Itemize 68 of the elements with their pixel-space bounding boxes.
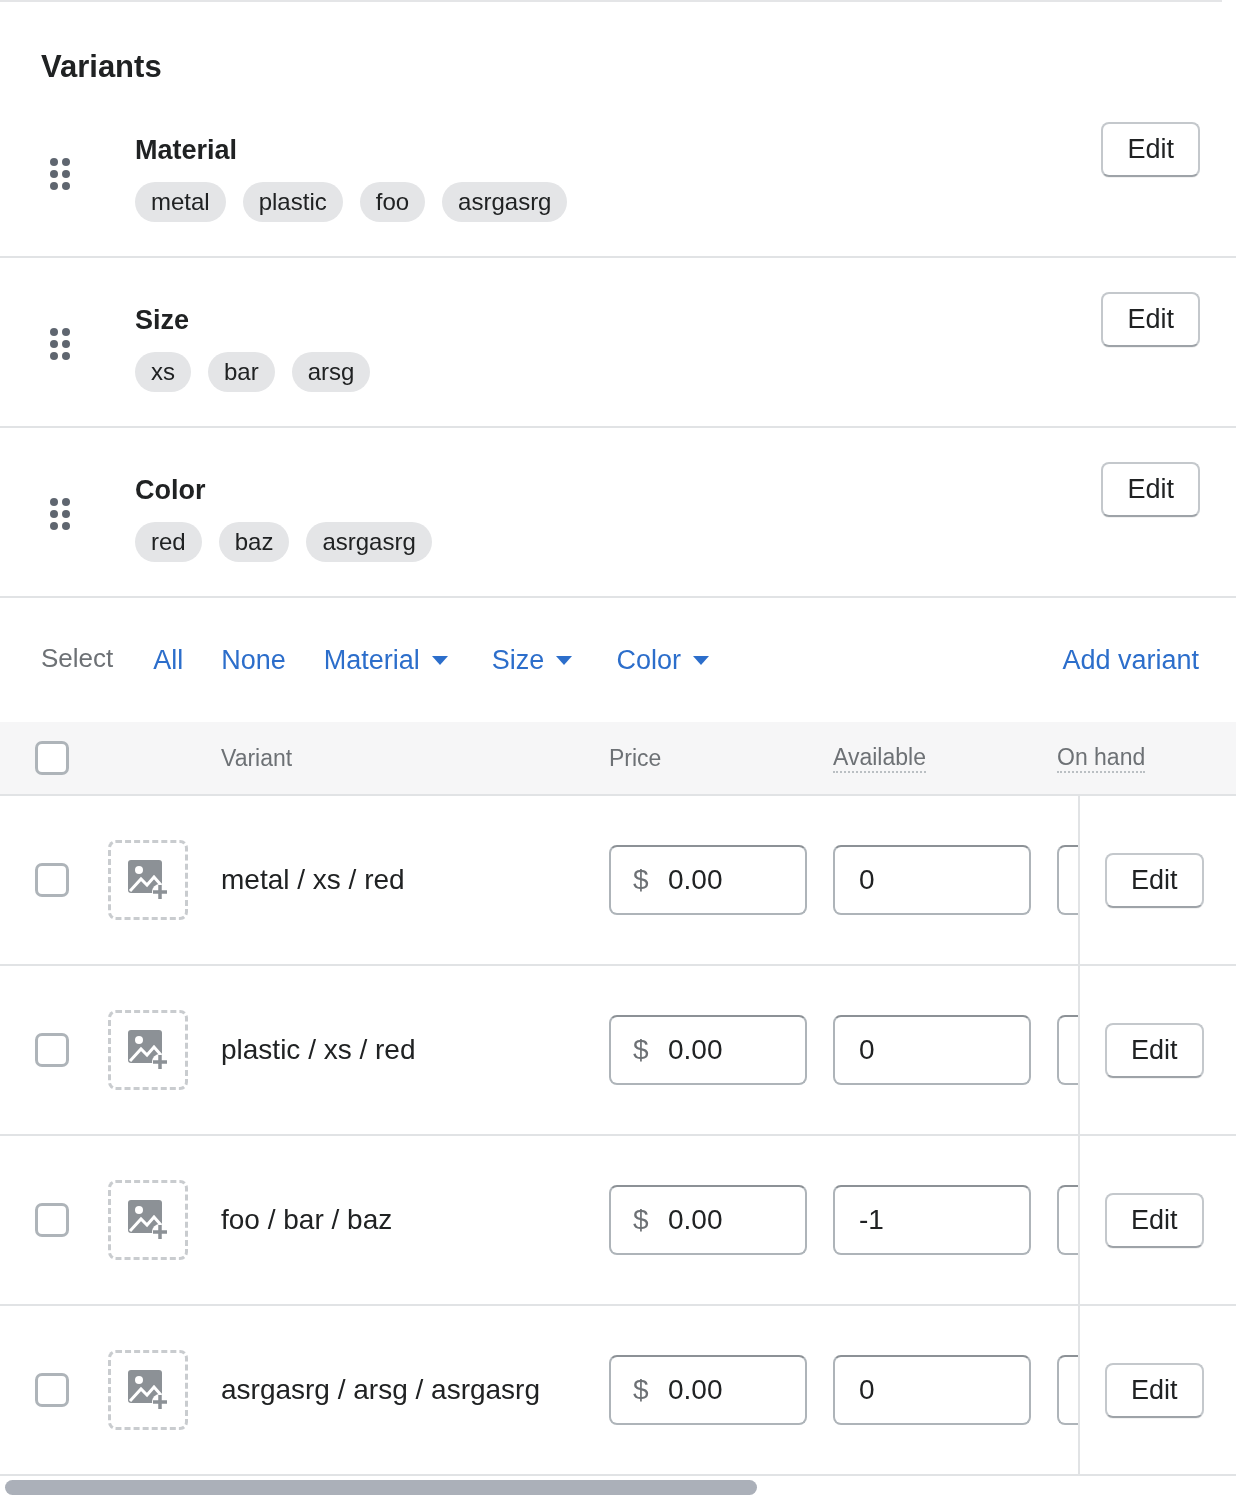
edit-button[interactable]: Edit — [1105, 1192, 1204, 1248]
caret-down-icon — [556, 655, 573, 665]
option-value-tag: arsg — [291, 352, 371, 392]
option-value-tag: plastic — [242, 182, 343, 222]
select-label: Select — [41, 642, 114, 674]
on-hand-field[interactable] — [1057, 1185, 1078, 1255]
select-dropdown[interactable]: Color — [616, 643, 709, 677]
add-image-button[interactable] — [108, 840, 188, 920]
checkbox[interactable] — [35, 863, 69, 897]
on-hand-field[interactable] — [1057, 1355, 1078, 1425]
checkbox[interactable] — [35, 741, 69, 775]
variant-name: metal / xs / red — [221, 863, 405, 897]
option-value-tag: metal — [135, 182, 226, 222]
edit-button[interactable]: Edit — [1105, 1022, 1204, 1078]
column-header: Price — [609, 744, 662, 773]
currency-symbol: $ — [633, 1033, 649, 1067]
on-hand-field[interactable] — [1057, 1015, 1078, 1085]
image-plus-icon — [128, 1370, 168, 1410]
option-value-tag: bar — [208, 352, 275, 392]
available-field[interactable]: 0 — [833, 1355, 1031, 1425]
checkbox[interactable] — [35, 1203, 69, 1237]
option-value-tag: foo — [359, 182, 426, 222]
caret-down-icon — [692, 655, 709, 665]
option-name: Material — [135, 134, 238, 167]
image-plus-icon — [128, 1030, 168, 1070]
caret-down-icon — [431, 655, 448, 665]
variant-name: asrgasrg / arsg / asrgasrg — [221, 1373, 541, 1407]
edit-button[interactable]: Edit — [1101, 122, 1200, 177]
add-image-button[interactable] — [108, 1180, 188, 1260]
option-value-tag: baz — [218, 522, 290, 562]
add-image-button[interactable] — [108, 1010, 188, 1090]
add-image-button[interactable] — [108, 1350, 188, 1430]
edit-button[interactable]: Edit — [1101, 292, 1200, 347]
section-title: Variants — [41, 48, 162, 86]
option-name: Size — [135, 304, 190, 337]
column-header: Available — [833, 743, 926, 773]
edit-button[interactable]: Edit — [1101, 462, 1200, 517]
scrollbar[interactable] — [5, 1480, 757, 1495]
drag-handle-icon[interactable] — [50, 158, 70, 190]
on-hand-field[interactable] — [1057, 845, 1078, 915]
variant-name: plastic / xs / red — [221, 1033, 416, 1067]
select-dropdown[interactable]: Material — [323, 643, 448, 677]
checkbox[interactable] — [35, 1033, 69, 1067]
checkbox[interactable] — [35, 1373, 69, 1407]
drag-handle-icon[interactable] — [50, 328, 70, 360]
option-name: Color — [135, 474, 206, 507]
image-plus-icon — [128, 860, 168, 900]
option-value-tag: xs — [135, 352, 191, 392]
select-link[interactable]: None — [221, 643, 286, 677]
option-value-tag: asrgasrg — [306, 522, 432, 562]
available-field[interactable]: 0 — [833, 1015, 1031, 1085]
drag-handle-icon[interactable] — [50, 498, 70, 530]
variant-name: foo / bar / baz — [221, 1203, 393, 1237]
add-variant-link[interactable]: Add variant — [1062, 643, 1199, 677]
select-link[interactable]: All — [153, 643, 184, 677]
column-header: Variant — [221, 744, 293, 773]
currency-symbol: $ — [633, 1203, 649, 1237]
edit-button[interactable]: Edit — [1105, 1362, 1204, 1418]
currency-symbol: $ — [633, 1373, 649, 1407]
column-header: On hand — [1057, 743, 1146, 773]
available-field[interactable]: -1 — [833, 1185, 1031, 1255]
image-plus-icon — [128, 1200, 168, 1240]
select-dropdown[interactable]: Size — [491, 643, 573, 677]
available-field[interactable]: 0 — [833, 845, 1031, 915]
option-value-tag: asrgasrg — [442, 182, 568, 222]
edit-button[interactable]: Edit — [1105, 852, 1204, 908]
option-value-tag: red — [135, 522, 202, 562]
currency-symbol: $ — [633, 863, 649, 897]
